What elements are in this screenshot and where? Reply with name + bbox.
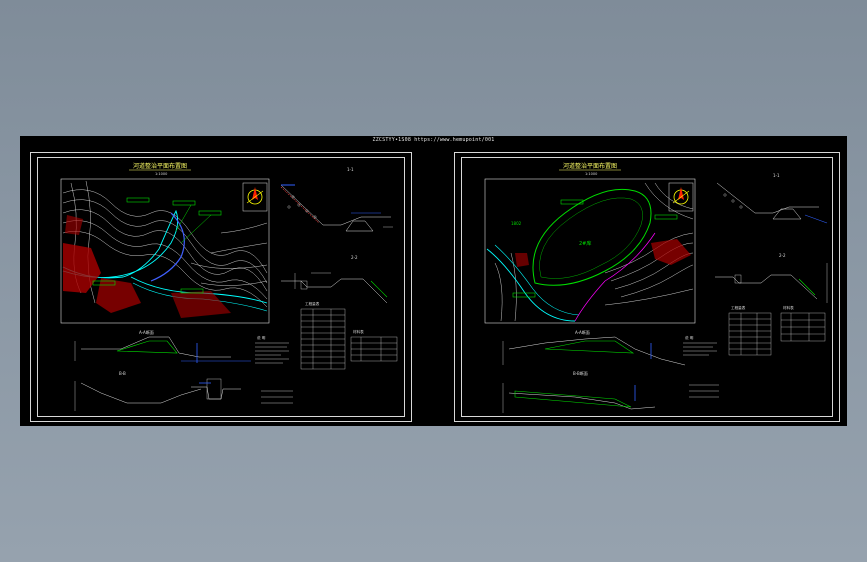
- section-2-title: 2-2: [351, 255, 358, 260]
- plan-scale: 1:1000: [155, 172, 167, 176]
- material-table: [350, 336, 398, 362]
- drawing-title: ZZCSTYY•1S08 https://www.hemupoint/001: [372, 137, 495, 143]
- section-2-title: 2-2: [779, 253, 786, 258]
- sheet-left-drawing: 河道整治平面布置图 1:1000 1-1 2-2 A-A断面 B-B 说 明 工…: [60, 162, 398, 411]
- legend-lines: [261, 390, 293, 404]
- plan-scale: 1:1000: [585, 172, 597, 176]
- notes-lines: [683, 342, 717, 356]
- notes-title: 说 明: [685, 335, 694, 340]
- legend-lines: [689, 384, 719, 398]
- river-lines: [486, 232, 656, 322]
- drawing-canvas[interactable]: ZZCSTYY•1S08 https://www.hemupoint/001 河…: [20, 136, 847, 426]
- reservoir-label: 2#库: [579, 240, 591, 247]
- section-b-title: B-B: [119, 371, 126, 376]
- section-a-drawing: [74, 336, 251, 363]
- notes-title: 说 明: [257, 335, 266, 340]
- quantity-table: [300, 308, 346, 370]
- area-label: 1802: [511, 221, 522, 226]
- sheet-right[interactable]: 河道整治平面布置图 1:1000 2#库 1802 1-1 2-2 A-A断面 …: [454, 152, 840, 422]
- sheet-right-drawing: 河道整治平面布置图 1:1000 2#库 1802 1-1 2-2 A-A断面 …: [484, 162, 828, 413]
- section-2-drawing: [715, 263, 828, 303]
- table2-title: 材料表: [783, 305, 794, 310]
- section-1-drawing: [280, 184, 393, 232]
- north-arrow-icon: [672, 187, 690, 205]
- contour-lines: [62, 180, 268, 308]
- table-title: 工程量表: [305, 301, 320, 306]
- section-2-drawing: [281, 272, 388, 304]
- section-a-title: A-A断面: [139, 329, 154, 335]
- plan-title: 河道整治平面布置图: [563, 162, 617, 170]
- quantity-table: [728, 312, 772, 356]
- section-a-title: A-A断面: [575, 329, 590, 335]
- section-b-title: B-B断面: [573, 370, 588, 376]
- section-b-drawing: [502, 383, 656, 413]
- section-b-drawing: [74, 378, 241, 411]
- section-a-drawing: [502, 336, 686, 366]
- section-1-title: 1-1: [773, 173, 780, 178]
- material-table: [780, 312, 826, 342]
- section-1-drawing: [716, 182, 828, 224]
- sheet-left[interactable]: 河道整治平面布置图 1:1000 1-1 2-2 A-A断面 B-B 说 明 工…: [30, 152, 412, 422]
- table2-title: 材料表: [353, 329, 364, 334]
- notes-lines: [255, 342, 289, 364]
- section-1-title: 1-1: [347, 167, 354, 172]
- table-title: 工程量表: [731, 305, 746, 310]
- north-arrow-icon: [246, 187, 264, 205]
- plan-title: 河道整治平面布置图: [133, 162, 187, 170]
